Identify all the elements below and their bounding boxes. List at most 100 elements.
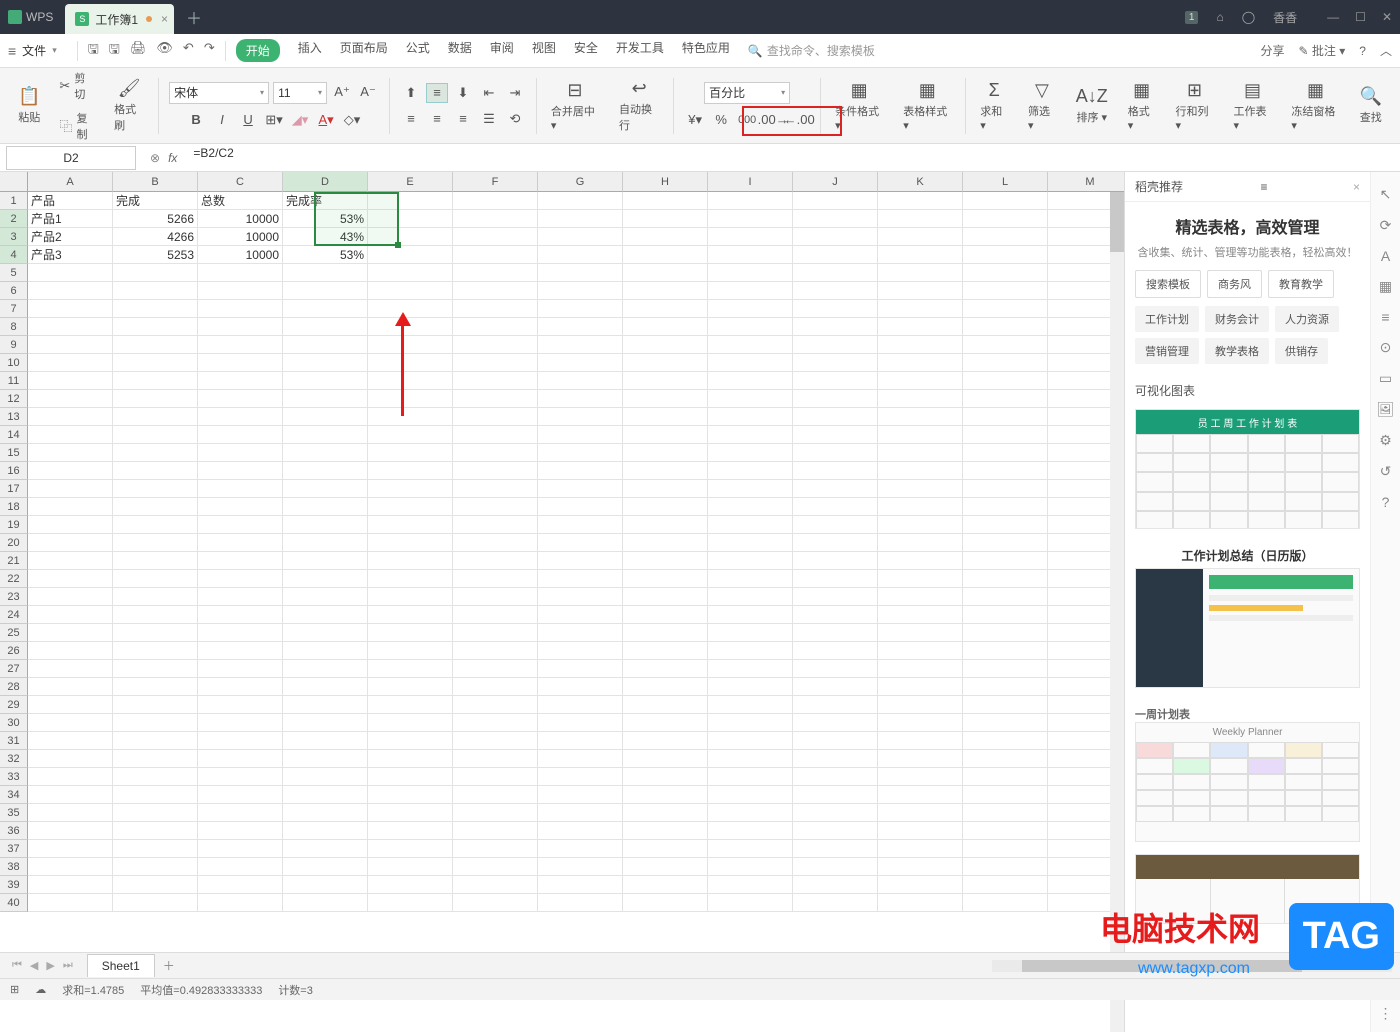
font-size-select[interactable]: 11▾ (273, 82, 327, 104)
cell-G18[interactable] (538, 498, 623, 516)
cell-G7[interactable] (538, 300, 623, 318)
cell-A15[interactable] (28, 444, 113, 462)
cell-L15[interactable] (963, 444, 1048, 462)
cell-J27[interactable] (793, 660, 878, 678)
cell-H13[interactable] (623, 408, 708, 426)
cell-I22[interactable] (708, 570, 793, 588)
cell-D32[interactable] (283, 750, 368, 768)
cell-J33[interactable] (793, 768, 878, 786)
cell-F38[interactable] (453, 858, 538, 876)
cell-I37[interactable] (708, 840, 793, 858)
cell-K23[interactable] (878, 588, 963, 606)
cell-A24[interactable] (28, 606, 113, 624)
cell-I40[interactable] (708, 894, 793, 912)
cell-E19[interactable] (368, 516, 453, 534)
cell-H22[interactable] (623, 570, 708, 588)
tab-special[interactable]: 特色应用 (682, 39, 730, 62)
col-head-K[interactable]: K (878, 172, 963, 192)
cell-H30[interactable] (623, 714, 708, 732)
cell-D1[interactable]: 完成率 (283, 192, 368, 210)
sum-button[interactable]: Σ求和 ▾ (976, 78, 1012, 134)
preview-icon[interactable]: 👁 (156, 40, 173, 62)
panel-menu-icon[interactable]: ≡ (1260, 180, 1267, 194)
cell-B23[interactable] (113, 588, 198, 606)
cell-L14[interactable] (963, 426, 1048, 444)
cell-K27[interactable] (878, 660, 963, 678)
cell-J29[interactable] (793, 696, 878, 714)
cell-H15[interactable] (623, 444, 708, 462)
align-bottom-icon[interactable]: ⬇ (452, 83, 474, 103)
merge-center-button[interactable]: ⊟合并居中 ▾ (547, 78, 603, 134)
comment-button[interactable]: ✎ 批注 ▾ (1299, 42, 1346, 59)
cell-D27[interactable] (283, 660, 368, 678)
cell-B26[interactable] (113, 642, 198, 660)
cell-H26[interactable] (623, 642, 708, 660)
cell-C7[interactable] (198, 300, 283, 318)
cell-B18[interactable] (113, 498, 198, 516)
cell-D8[interactable] (283, 318, 368, 336)
cell-I16[interactable] (708, 462, 793, 480)
add-tab-button[interactable]: ＋ (186, 5, 202, 29)
cell-C4[interactable]: 10000 (198, 246, 283, 264)
cell-G31[interactable] (538, 732, 623, 750)
cell-D39[interactable] (283, 876, 368, 894)
cell-B11[interactable] (113, 372, 198, 390)
cell-A8[interactable] (28, 318, 113, 336)
cell-D3[interactable]: 43% (283, 228, 368, 246)
cell-B3[interactable]: 4266 (113, 228, 198, 246)
settings-tool-icon[interactable]: ⊙ (1380, 339, 1392, 356)
cell-K10[interactable] (878, 354, 963, 372)
cell-E32[interactable] (368, 750, 453, 768)
cell-F6[interactable] (453, 282, 538, 300)
sheet-tab-1[interactable]: Sheet1 (87, 954, 155, 977)
cell-B13[interactable] (113, 408, 198, 426)
cell-L13[interactable] (963, 408, 1048, 426)
cell-G25[interactable] (538, 624, 623, 642)
cell-A38[interactable] (28, 858, 113, 876)
freeze-button[interactable]: ▦冻结窗格 ▾ (1287, 78, 1343, 134)
cell-B24[interactable] (113, 606, 198, 624)
col-head-E[interactable]: E (368, 172, 453, 192)
cell-J1[interactable] (793, 192, 878, 210)
cell-I20[interactable] (708, 534, 793, 552)
cell-B35[interactable] (113, 804, 198, 822)
rowcol-button[interactable]: ⊞行和列 ▾ (1172, 78, 1218, 134)
fill-handle[interactable] (395, 242, 401, 248)
cell-K36[interactable] (878, 822, 963, 840)
cell-D40[interactable] (283, 894, 368, 912)
cell-A11[interactable] (28, 372, 113, 390)
cell-K39[interactable] (878, 876, 963, 894)
cell-L39[interactable] (963, 876, 1048, 894)
cell-H36[interactable] (623, 822, 708, 840)
cell-K7[interactable] (878, 300, 963, 318)
cell-D12[interactable] (283, 390, 368, 408)
cell-K21[interactable] (878, 552, 963, 570)
cell-C21[interactable] (198, 552, 283, 570)
cell-C40[interactable] (198, 894, 283, 912)
cell-H4[interactable] (623, 246, 708, 264)
cell-C25[interactable] (198, 624, 283, 642)
cell-E22[interactable] (368, 570, 453, 588)
spreadsheet[interactable]: ABCDEFGHIJKLM1产品完成总数完成率2产品152661000053%3… (0, 172, 1124, 1032)
cell-I33[interactable] (708, 768, 793, 786)
cell-C28[interactable] (198, 678, 283, 696)
cell-E1[interactable] (368, 192, 453, 210)
tag-education[interactable]: 教育教学 (1268, 270, 1334, 298)
cell-A23[interactable] (28, 588, 113, 606)
cell-D24[interactable] (283, 606, 368, 624)
cell-J17[interactable] (793, 480, 878, 498)
cell-L18[interactable] (963, 498, 1048, 516)
underline-icon[interactable]: U (237, 110, 259, 130)
cell-B17[interactable] (113, 480, 198, 498)
cell-L4[interactable] (963, 246, 1048, 264)
cell-A29[interactable] (28, 696, 113, 714)
cell-A35[interactable] (28, 804, 113, 822)
cell-I34[interactable] (708, 786, 793, 804)
currency-icon[interactable]: ¥▾ (684, 110, 706, 130)
col-head-J[interactable]: J (793, 172, 878, 192)
cell-G12[interactable] (538, 390, 623, 408)
print-icon[interactable]: 🖨 (130, 40, 147, 62)
tab-home[interactable]: 开始 (236, 39, 280, 62)
cell-F15[interactable] (453, 444, 538, 462)
cell-L10[interactable] (963, 354, 1048, 372)
